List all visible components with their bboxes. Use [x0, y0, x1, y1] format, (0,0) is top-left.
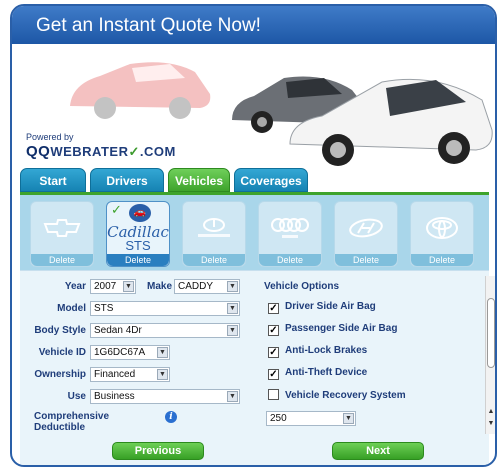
chevron-down-icon: ▼	[227, 281, 238, 292]
year-label: Year	[64, 281, 86, 292]
brand-name: WEBRATER	[50, 144, 129, 159]
vehicle-id-value: 1G6DC67A	[94, 347, 146, 358]
body-style-select[interactable]: Sedan 4Dr ▼	[90, 323, 240, 338]
option-vehicle-recovery[interactable]: Vehicle Recovery System	[268, 389, 406, 401]
use-label: Use	[67, 391, 86, 402]
previous-button[interactable]: Previous	[112, 442, 204, 460]
info-icon[interactable]: i	[165, 411, 177, 423]
checkbox[interactable]	[268, 389, 279, 400]
toyota-logo-icon	[411, 212, 473, 244]
ownership-label: Ownership	[34, 369, 86, 380]
delete-button[interactable]: Delete	[259, 254, 321, 266]
vehicle-form: Year 2007 ▼ Make CADDY ▼ Model STS ▼ Body S…	[20, 270, 489, 436]
infiniti-logo-icon	[183, 212, 245, 244]
option-label: Anti-Theft Device	[285, 367, 368, 378]
make-select[interactable]: CADDY ▼	[174, 279, 240, 294]
option-label: Passenger Side Air Bag	[285, 323, 398, 334]
chevron-down-icon: ▼	[123, 281, 134, 292]
scroll-up-arrow-icon[interactable]: ▲	[486, 408, 495, 418]
brand-logo: QQWEBRATER✓.COM	[26, 143, 176, 160]
white-car-image	[289, 78, 493, 166]
tab-vehicles[interactable]: Vehicles	[168, 168, 230, 192]
vehicle-card-chevrolet[interactable]: Delete	[30, 201, 94, 267]
scroll-down-arrow-icon[interactable]: ▼	[486, 420, 495, 430]
wizard-footer: Previous Next	[20, 436, 489, 465]
vehicle-card-hyundai[interactable]: Delete	[334, 201, 398, 267]
vehicle-options-title: Vehicle Options	[264, 281, 340, 292]
year-select[interactable]: 2007 ▼	[90, 279, 136, 294]
use-value: Business	[94, 391, 135, 402]
checkbox[interactable]: ✓	[268, 303, 279, 314]
delete-button[interactable]: Delete	[335, 254, 397, 266]
chevron-down-icon: ▼	[227, 325, 238, 336]
tab-start[interactable]: Start	[20, 168, 86, 192]
checkbox[interactable]: ✓	[268, 325, 279, 336]
option-anti-theft-device[interactable]: ✓ Anti-Theft Device	[268, 367, 367, 380]
vehicle-card-cadillac[interactable]: ✓ 🚗 Cadillac STS Delete	[106, 201, 170, 267]
delete-button[interactable]: Delete	[107, 254, 169, 266]
body-style-label: Body Style	[34, 325, 86, 336]
powered-by-label: Powered by	[26, 132, 74, 142]
year-value: 2007	[94, 281, 117, 292]
tab-coverages[interactable]: Coverages	[234, 168, 308, 192]
hyundai-logo-icon	[335, 212, 397, 244]
make-label: Make	[146, 281, 172, 292]
use-select[interactable]: Business ▼	[90, 389, 240, 404]
vehicle-card-audi[interactable]: Delete	[258, 201, 322, 267]
checkbox[interactable]: ✓	[268, 369, 279, 380]
tab-drivers[interactable]: Drivers	[90, 168, 164, 192]
comprehensive-deductible-select[interactable]: 250 ▼	[266, 411, 356, 426]
chevron-down-icon: ▼	[227, 303, 238, 314]
option-label: Driver Side Air Bag	[285, 301, 376, 312]
option-label: Vehicle Recovery System	[285, 390, 406, 401]
option-label: Anti-Lock Brakes	[285, 345, 368, 356]
vehicle-id-label: Vehicle ID	[38, 347, 86, 358]
vehicle-card-toyota[interactable]: Delete	[410, 201, 474, 267]
delete-button[interactable]: Delete	[183, 254, 245, 266]
chevron-down-icon: ▼	[227, 391, 238, 402]
brand-suffix: .COM	[139, 144, 176, 159]
chevron-down-icon: ▼	[157, 369, 168, 380]
option-anti-lock-brakes[interactable]: ✓ Anti-Lock Brakes	[268, 345, 367, 358]
option-passenger-airbag[interactable]: ✓ Passenger Side Air Bag	[268, 323, 397, 336]
chevron-down-icon: ▼	[157, 347, 168, 358]
make-value: CADDY	[178, 281, 214, 292]
model-select[interactable]: STS ▼	[90, 301, 240, 316]
audi-logo-icon	[259, 212, 321, 244]
vehicle-model-label: STS	[125, 238, 151, 253]
comprehensive-deductible-label: Comprehensive Deductible	[34, 411, 110, 433]
ownership-select[interactable]: Financed ▼	[90, 367, 170, 382]
delete-button[interactable]: Delete	[31, 254, 93, 266]
chevron-down-icon: ▼	[343, 413, 354, 424]
model-value: STS	[94, 303, 114, 314]
vehicle-id-select[interactable]: 1G6DC67A ▼	[90, 345, 170, 360]
model-label: Model	[57, 303, 86, 314]
red-car-image	[70, 62, 211, 119]
hero-banner: Powered by QQWEBRATER✓.COM	[12, 44, 495, 168]
brand-check: ✓	[128, 144, 140, 159]
body-style-value: Sedan 4Dr	[94, 325, 142, 336]
scrollbar-thumb[interactable]	[487, 298, 495, 368]
delete-button[interactable]: Delete	[411, 254, 473, 266]
chevrolet-logo-icon	[31, 212, 93, 244]
ownership-value: Financed	[94, 369, 136, 380]
comprehensive-deductible-value: 250	[270, 413, 287, 424]
form-scrollbar[interactable]: ▲ ▼	[485, 276, 495, 434]
brand-qq: QQ	[26, 143, 51, 160]
vehicle-card-infiniti[interactable]: Delete	[182, 201, 246, 267]
vehicle-selector: Delete ✓ 🚗 Cadillac STS Delete Delete De…	[20, 192, 489, 270]
page-title: Get an Instant Quote Now!	[12, 6, 495, 44]
checkbox[interactable]: ✓	[268, 347, 279, 358]
next-button[interactable]: Next	[332, 442, 424, 460]
quote-widget: Get an Instant Quote Now! Powered by QQW…	[10, 4, 497, 467]
option-driver-airbag[interactable]: ✓ Driver Side Air Bag	[268, 301, 376, 314]
